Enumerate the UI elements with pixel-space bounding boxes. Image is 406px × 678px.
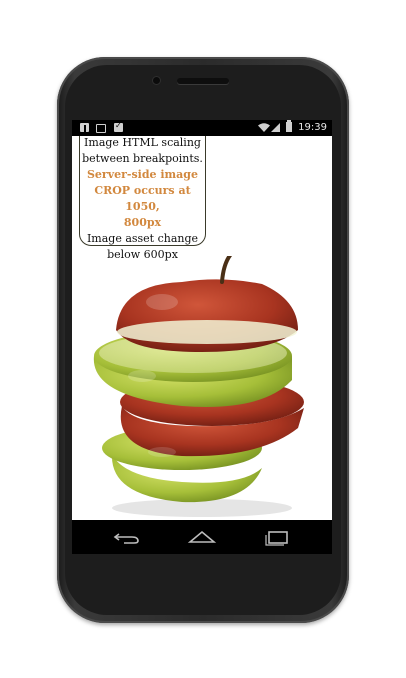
shopping-bag-icon xyxy=(114,121,123,132)
back-icon[interactable] xyxy=(110,527,144,547)
caption-line: Image asset change xyxy=(86,232,199,245)
signal-icon xyxy=(271,123,280,132)
web-content[interactable]: Image HTML scaling between breakpoints. … xyxy=(72,136,332,520)
wifi-icon xyxy=(258,123,270,132)
caption-accent-line: CROP occurs at 1050, xyxy=(94,184,191,213)
caption-accent-line: 800px xyxy=(123,216,162,229)
gallery-icon xyxy=(96,124,106,133)
caption-accent-line: Server-side image xyxy=(86,168,198,181)
caption-line: Image HTML scaling xyxy=(84,136,201,149)
sliced-apple-image xyxy=(93,256,304,517)
caption-line: between breakpoints. xyxy=(82,152,203,165)
front-camera xyxy=(153,77,160,84)
caption-box: Image HTML scaling between breakpoints. … xyxy=(79,136,206,261)
phone-screen: 19:39 Image HTML scaling between breakpo… xyxy=(72,120,332,554)
facebook-icon xyxy=(80,123,89,132)
status-bar: 19:39 xyxy=(72,120,332,136)
recent-apps-icon[interactable] xyxy=(260,527,294,547)
android-nav-bar xyxy=(72,520,332,554)
home-icon[interactable] xyxy=(185,527,219,547)
battery-icon xyxy=(286,120,292,132)
clock-time: 19:39 xyxy=(298,122,327,133)
earpiece-speaker xyxy=(177,78,229,84)
